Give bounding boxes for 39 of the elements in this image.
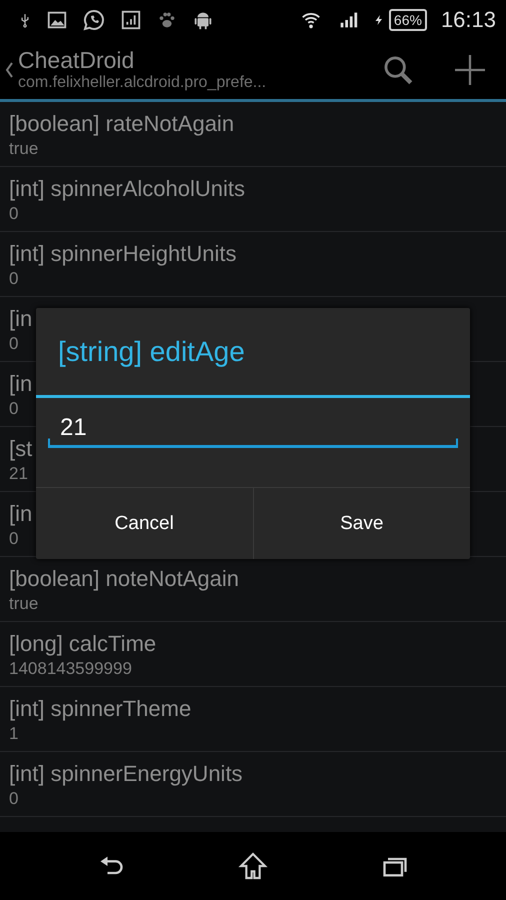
preference-value: true <box>9 593 38 615</box>
preference-row[interactable]: [int] spinnerAlcoholUnits 0 <box>0 167 506 232</box>
app-subtitle: com.felixheller.alcdroid.pro_prefe... <box>18 72 266 92</box>
preference-row[interactable]: [boolean] rateNotAgain true <box>0 102 506 167</box>
preference-row[interactable]: [int] spinnerTheme 1 <box>0 687 506 752</box>
preference-name: [in <box>9 305 32 333</box>
preference-value: 1408143599999 <box>9 658 132 680</box>
image-icon <box>46 9 68 31</box>
battery-level: 66% <box>388 9 427 31</box>
app-title: CheatDroid <box>18 46 136 72</box>
clock: 16:13 <box>440 7 496 33</box>
preference-name: [boolean] rateNotAgain <box>9 110 234 138</box>
dialog-title: [string] editAge <box>36 308 470 398</box>
preference-name: [int] spinnerHeightUnits <box>9 240 236 268</box>
preference-value: 0 <box>9 788 18 810</box>
preference-value: 1 <box>9 723 18 745</box>
preference-value: true <box>9 138 38 160</box>
home-icon <box>237 850 269 882</box>
preference-row[interactable]: [int] spinnerHeightUnits 0 <box>0 232 506 297</box>
preference-value: 0 <box>9 268 18 290</box>
chart-icon <box>120 9 142 31</box>
preference-value: 0 <box>9 203 18 225</box>
preference-name: [int] spinnerAlcoholUnits <box>9 175 246 203</box>
dialog-button[interactable]: Cancel <box>36 488 252 559</box>
preference-name: [in <box>9 500 32 528</box>
preference-name: [int] spinnerTheme <box>9 695 192 723</box>
preference-value: 21 <box>9 463 28 485</box>
preference-name: [in <box>9 370 32 398</box>
chat-bubble-icon <box>82 8 106 32</box>
preference-row[interactable]: [int] spinnerEnergyUnits 0 <box>0 752 506 817</box>
preference-name: [st <box>9 435 32 463</box>
preference-name: [int] spinnerEnergyUnits <box>9 760 243 788</box>
preference-value: 0 <box>9 528 18 550</box>
preference-value: 0 <box>9 398 18 420</box>
preference-row[interactable]: [long] calcTime 1408143599999 <box>0 622 506 687</box>
preference-name: [long] calcTime <box>9 630 156 658</box>
preference-value: 0 <box>9 333 18 355</box>
preference-name: [boolean] noteNotAgain <box>9 565 239 593</box>
dialog-button[interactable]: Save <box>252 488 470 559</box>
